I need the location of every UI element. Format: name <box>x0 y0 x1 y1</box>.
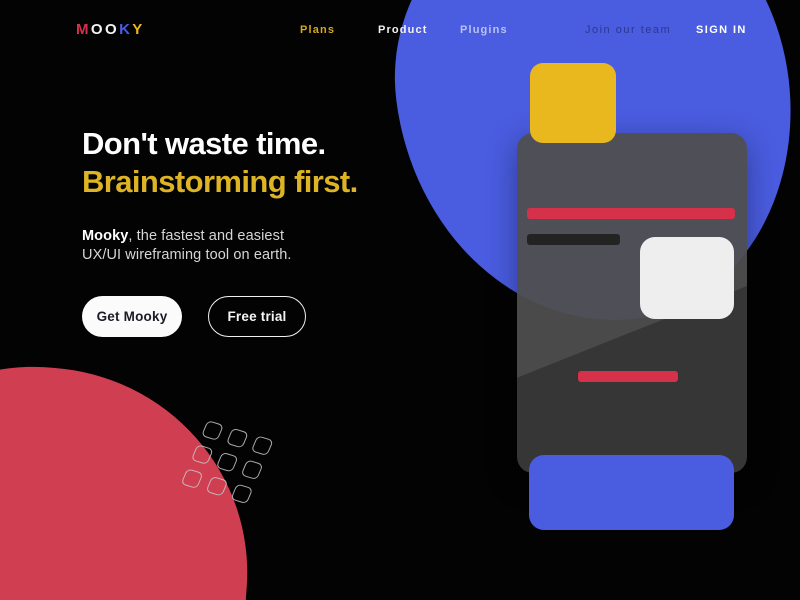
mockup-red-bar-top <box>527 208 735 219</box>
mockup-blue-block <box>529 455 734 530</box>
grid-square-cell <box>205 475 229 497</box>
get-mooky-button[interactable]: Get Mooky <box>82 296 182 337</box>
grid-square-cell <box>225 427 249 449</box>
grid-square-cell <box>215 451 239 473</box>
logo-letter-m: M <box>76 21 91 38</box>
headline-line-1: Don't waste time. <box>82 126 326 161</box>
landing-page: MOOKY Plans Product Plugins Join our tea… <box>0 0 800 600</box>
grid-square-cell <box>230 483 254 505</box>
grid-square-cell <box>240 459 264 481</box>
logo-letter-o1: O <box>90 21 105 38</box>
page-title: Don't waste time. Brainstorming first. <box>82 125 412 201</box>
cta-button-row: Get Mooky Free trial <box>82 296 412 337</box>
hero-section: Don't waste time. Brainstorming first. M… <box>82 125 412 337</box>
subcopy-line-1-rest: , the fastest and easiest <box>128 228 285 244</box>
mockup-dark-bar <box>527 234 620 245</box>
mockup-red-bar-bottom <box>578 371 678 382</box>
nav-item-join-our-team[interactable]: Join our team <box>585 23 671 37</box>
nav-item-product[interactable]: Product <box>378 23 428 37</box>
grid-square-cell <box>250 435 274 457</box>
site-header: MOOKY Plans Product Plugins Join our tea… <box>0 0 800 58</box>
free-trial-button[interactable]: Free trial <box>208 296 306 337</box>
nav-item-plans[interactable]: Plans <box>300 23 335 37</box>
mockup-white-block <box>640 237 734 319</box>
mockup-yellow-block <box>530 63 616 143</box>
logo-letter-y: Y <box>132 21 145 38</box>
subcopy-line-2: UX/UI wireframing tool on earth. <box>82 247 292 263</box>
logo-letter-o2: O <box>104 21 120 38</box>
headline-line-2: Brainstorming first. <box>82 164 358 199</box>
nav-item-plugins[interactable]: Plugins <box>460 23 508 37</box>
main-navigation: Plans Product Plugins Join our team SIGN… <box>300 23 760 39</box>
grid-square-cell <box>201 420 224 441</box>
logo-letter-k: K <box>119 21 133 38</box>
brand-logo[interactable]: MOOKY <box>76 21 145 38</box>
hero-subcopy: Mooky, the fastest and easiest UX/UI wire… <box>82 227 412 265</box>
subcopy-brand-name: Mooky <box>82 228 129 244</box>
nav-item-sign-in[interactable]: SIGN IN <box>696 23 747 37</box>
